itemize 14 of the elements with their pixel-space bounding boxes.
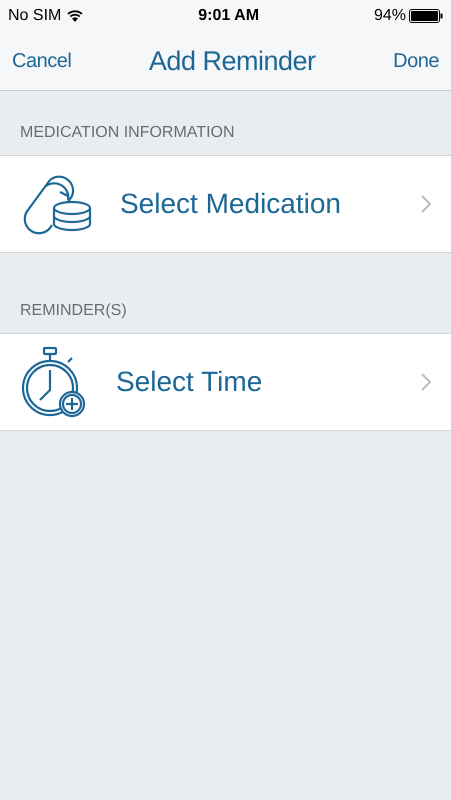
carrier-label: No SIM	[8, 6, 62, 26]
screen-title: Add Reminder	[148, 44, 316, 78]
list-row[interactable]: Select Time	[0, 333, 451, 431]
battery-percent: 94%	[374, 6, 406, 26]
wifi-icon	[67, 10, 84, 22]
list-row[interactable]: Select Medication	[0, 155, 451, 253]
chevron-icon	[421, 373, 431, 391]
section-header: REMINDER(S)	[20, 302, 127, 319]
section-header: MEDICATION INFORMATION	[20, 124, 235, 141]
cancel-button[interactable]: Cancel	[12, 46, 72, 76]
clock-time: 9:01 AM	[198, 6, 260, 26]
done-button[interactable]: Done	[393, 46, 439, 76]
battery-icon	[408, 9, 443, 23]
chevron-icon	[421, 195, 431, 213]
